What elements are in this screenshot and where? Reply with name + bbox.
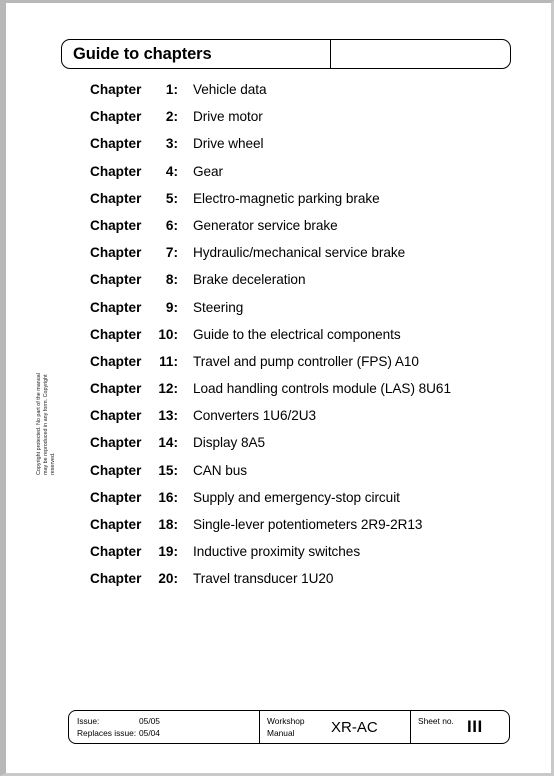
copyright-line-2: may be reproduced in any form. Copyright	[43, 374, 50, 475]
chapter-row[interactable]: Chapter 19: Inductive proximity switches	[90, 544, 510, 571]
chapter-title: Travel transducer 1U20	[193, 571, 334, 587]
chapter-title: Single-lever potentiometers 2R9-2R13	[193, 517, 423, 532]
chapter-title: Brake deceleration	[193, 272, 306, 288]
issue-value: 05/05	[139, 716, 160, 726]
copyright-notice: Copyright protected. No part of the manu…	[36, 315, 58, 475]
manual-label-line-1: Workshop	[267, 716, 305, 726]
chapter-title: Travel and pump controller (FPS) A10	[193, 353, 419, 369]
header-empty-field	[332, 40, 510, 68]
chapter-row[interactable]: Chapter 14: Display 8A5	[90, 435, 510, 462]
chapter-title: Guide to the electrical components	[193, 326, 401, 342]
page-footer-bar: Issue: 05/05 Replaces issue: 05/04 Works…	[68, 710, 510, 744]
chapter-row[interactable]: Chapter 8: Brake deceleration	[90, 272, 510, 299]
chapter-title: Supply and emergency-stop circuit	[193, 489, 400, 505]
chapter-number: 7:	[165, 245, 178, 261]
chapter-number: 16:	[158, 489, 178, 505]
sheet-no-value: III	[467, 717, 483, 736]
chapter-number: 18:	[158, 517, 178, 532]
copyright-notice-text: Copyright protected. No part of the manu…	[36, 315, 58, 475]
chapter-title: Inductive proximity switches	[193, 544, 361, 560]
chapter-row[interactable]: Chapter 15: CAN bus	[90, 463, 510, 490]
chapter-row[interactable]: Chapter 18: Single-lever potentiometers …	[90, 517, 510, 544]
copyright-line-1: Copyright protected. No part of the manu…	[36, 373, 43, 475]
chapter-title: Display 8A5	[193, 435, 265, 451]
chapter-title: Generator service brake	[193, 217, 338, 233]
chapter-row[interactable]: Chapter 12: Load handling controls modul…	[90, 381, 510, 408]
chapter-number: 10:	[158, 326, 178, 342]
chapter-row[interactable]: Chapter 20: Travel transducer 1U20	[90, 571, 510, 598]
footer-divider-1	[259, 711, 261, 743]
chapter-number: 4:	[165, 163, 178, 179]
chapter-row[interactable]: Chapter 10: Guide to the electrical comp…	[90, 327, 510, 354]
chapter-number: 19:	[158, 544, 178, 560]
chapter-row[interactable]: Chapter 13: Converters 1U6/2U3	[90, 408, 510, 435]
chapter-number: 14:	[158, 435, 178, 451]
chapter-number: 15:	[158, 462, 178, 478]
page-title: Guide to chapters	[73, 44, 212, 63]
chapter-title: Hydraulic/mechanical service brake	[193, 245, 406, 261]
chapter-number: 20:	[158, 571, 178, 587]
page-sheet: Guide to chapters Chapter 1: Vehicle dat…	[6, 3, 551, 773]
chapter-list: Chapter 1: Vehicle data Chapter 2: Drive…	[90, 82, 510, 599]
chapter-title: Vehicle data	[193, 82, 267, 97]
chapter-number: 3:	[165, 136, 178, 152]
chapter-number: 9:	[165, 299, 178, 315]
chapter-title: Drive motor	[193, 109, 263, 125]
chapter-title: Converters 1U6/2U3	[193, 408, 317, 424]
issue-label: Issue:	[77, 716, 100, 726]
chapter-row[interactable]: Chapter 4: Gear	[90, 164, 510, 191]
chapter-title: Drive wheel	[193, 136, 264, 152]
replaces-issue-value: 05/04	[139, 728, 160, 738]
chapter-row[interactable]: Chapter 9: Steering	[90, 300, 510, 327]
chapter-number: 13:	[158, 408, 178, 424]
page-header-bar: Guide to chapters	[61, 39, 511, 69]
footer-divider-2	[410, 711, 412, 743]
chapter-title: CAN bus	[193, 462, 248, 478]
chapter-number: 1:	[165, 82, 178, 97]
chapter-number: 12:	[158, 381, 178, 397]
chapter-row[interactable]: Chapter 5: Electro-magnetic parking brak…	[90, 191, 510, 218]
chapter-number: 6:	[165, 217, 178, 233]
chapter-number: 11:	[159, 353, 178, 369]
chapter-row[interactable]: Chapter 16: Supply and emergency-stop ci…	[90, 490, 510, 517]
chapter-title: Electro-magnetic parking brake	[193, 190, 380, 206]
footer-manual-block: Workshop Manual	[267, 715, 305, 739]
chapter-row[interactable]: Chapter 2: Drive motor	[90, 109, 510, 136]
chapter-row[interactable]: Chapter 7: Hydraulic/mechanical service …	[90, 245, 510, 272]
replaces-issue-label: Replaces issue:	[77, 728, 137, 738]
document-page: Guide to chapters Chapter 1: Vehicle dat…	[0, 0, 554, 776]
chapter-number: 2:	[165, 109, 178, 125]
chapter-title: Load handling controls module (LAS) 8U61	[193, 381, 451, 397]
chapter-row[interactable]: Chapter 6: Generator service brake	[90, 218, 510, 245]
copyright-line-3: reserved.	[50, 452, 57, 475]
chapter-row[interactable]: Chapter 11: Travel and pump controller (…	[90, 354, 510, 381]
chapter-title: Steering	[193, 299, 244, 315]
model-code: XR-AC	[331, 718, 378, 736]
chapter-row[interactable]: Chapter 1: Vehicle data	[90, 82, 510, 109]
manual-label-line-2: Manual	[267, 728, 295, 738]
sheet-no-label: Sheet no.	[418, 716, 454, 726]
chapter-row[interactable]: Chapter 3: Drive wheel	[90, 136, 510, 163]
chapter-number: 8:	[165, 272, 178, 288]
chapter-number: 5:	[165, 190, 178, 206]
chapter-title: Gear	[193, 163, 224, 179]
